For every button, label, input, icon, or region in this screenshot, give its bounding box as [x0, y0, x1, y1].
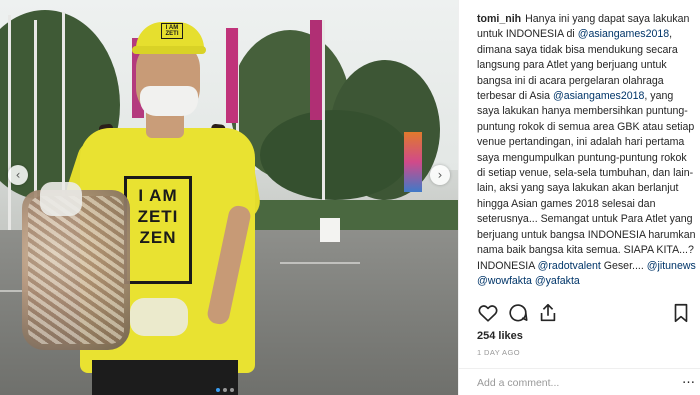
- carousel-dot: [216, 388, 220, 392]
- caption-segment: Geser....: [600, 259, 647, 272]
- photo-pole: [322, 20, 325, 220]
- shirt-print-line: I AM: [138, 186, 178, 205]
- heart-icon[interactable]: [477, 302, 499, 324]
- bookmark-icon[interactable]: [670, 302, 692, 324]
- photo-flag: [226, 28, 238, 123]
- comment-bar: …: [459, 368, 700, 395]
- mention-link[interactable]: @asiangames2018: [553, 90, 644, 102]
- post-timestamp: 1 DAY AGO: [477, 348, 520, 357]
- mention-link[interactable]: @wowfakta: [477, 275, 532, 287]
- caption-text: Hanya ini yang dapat saya lakukan untuk …: [477, 13, 696, 287]
- carousel-dot: [230, 388, 234, 392]
- face-mask: [140, 86, 198, 116]
- shirt-print-line: ZEN: [139, 228, 177, 247]
- carousel-dot: [223, 388, 227, 392]
- caption-container[interactable]: tomi_nih Hanya ini yang dapat saya lakuka…: [477, 12, 697, 296]
- username-link[interactable]: tomi_nih: [477, 13, 521, 25]
- carousel-dots: [216, 388, 234, 392]
- glove: [130, 298, 188, 336]
- photo-pole: [8, 15, 11, 230]
- road-marking: [280, 262, 360, 264]
- post-details: tomi_nih Hanya ini yang dapat saya lakuka…: [458, 0, 700, 395]
- photo-barrier: [320, 218, 340, 242]
- action-bar: [477, 302, 692, 324]
- shirt-print-line: ZETI: [137, 207, 179, 226]
- cap-brim: [132, 46, 206, 54]
- glove: [40, 182, 82, 216]
- shirt-print: I AM ZETI ZEN: [124, 176, 192, 284]
- chevron-right-icon[interactable]: ›: [430, 165, 450, 185]
- like-count[interactable]: 254 likes: [477, 330, 523, 342]
- more-icon[interactable]: …: [682, 372, 695, 387]
- photo-tree: [260, 110, 410, 200]
- post-photo[interactable]: I AM ZETI I AM ZETI ZEN ‹ ›: [0, 0, 458, 395]
- comment-icon[interactable]: [507, 302, 529, 324]
- photo-hedge: [240, 200, 458, 232]
- cap-logo: I AM ZETI: [161, 23, 183, 39]
- chevron-left-icon[interactable]: ‹: [8, 165, 28, 185]
- share-icon[interactable]: [537, 302, 559, 324]
- photo-flag: [310, 20, 322, 120]
- caption: tomi_nih Hanya ini yang dapat saya lakuka…: [477, 12, 697, 289]
- caption-segment: , yang saya lakukan hanya membersihkan p…: [477, 90, 696, 272]
- mention-link[interactable]: @asiangames2018: [578, 28, 669, 40]
- mention-link[interactable]: @yafakta: [535, 275, 580, 287]
- mention-link[interactable]: @jitunews: [647, 260, 696, 272]
- mention-link[interactable]: @radotvalent: [538, 260, 601, 272]
- comment-input[interactable]: [477, 375, 652, 391]
- photo-banner: [404, 132, 422, 192]
